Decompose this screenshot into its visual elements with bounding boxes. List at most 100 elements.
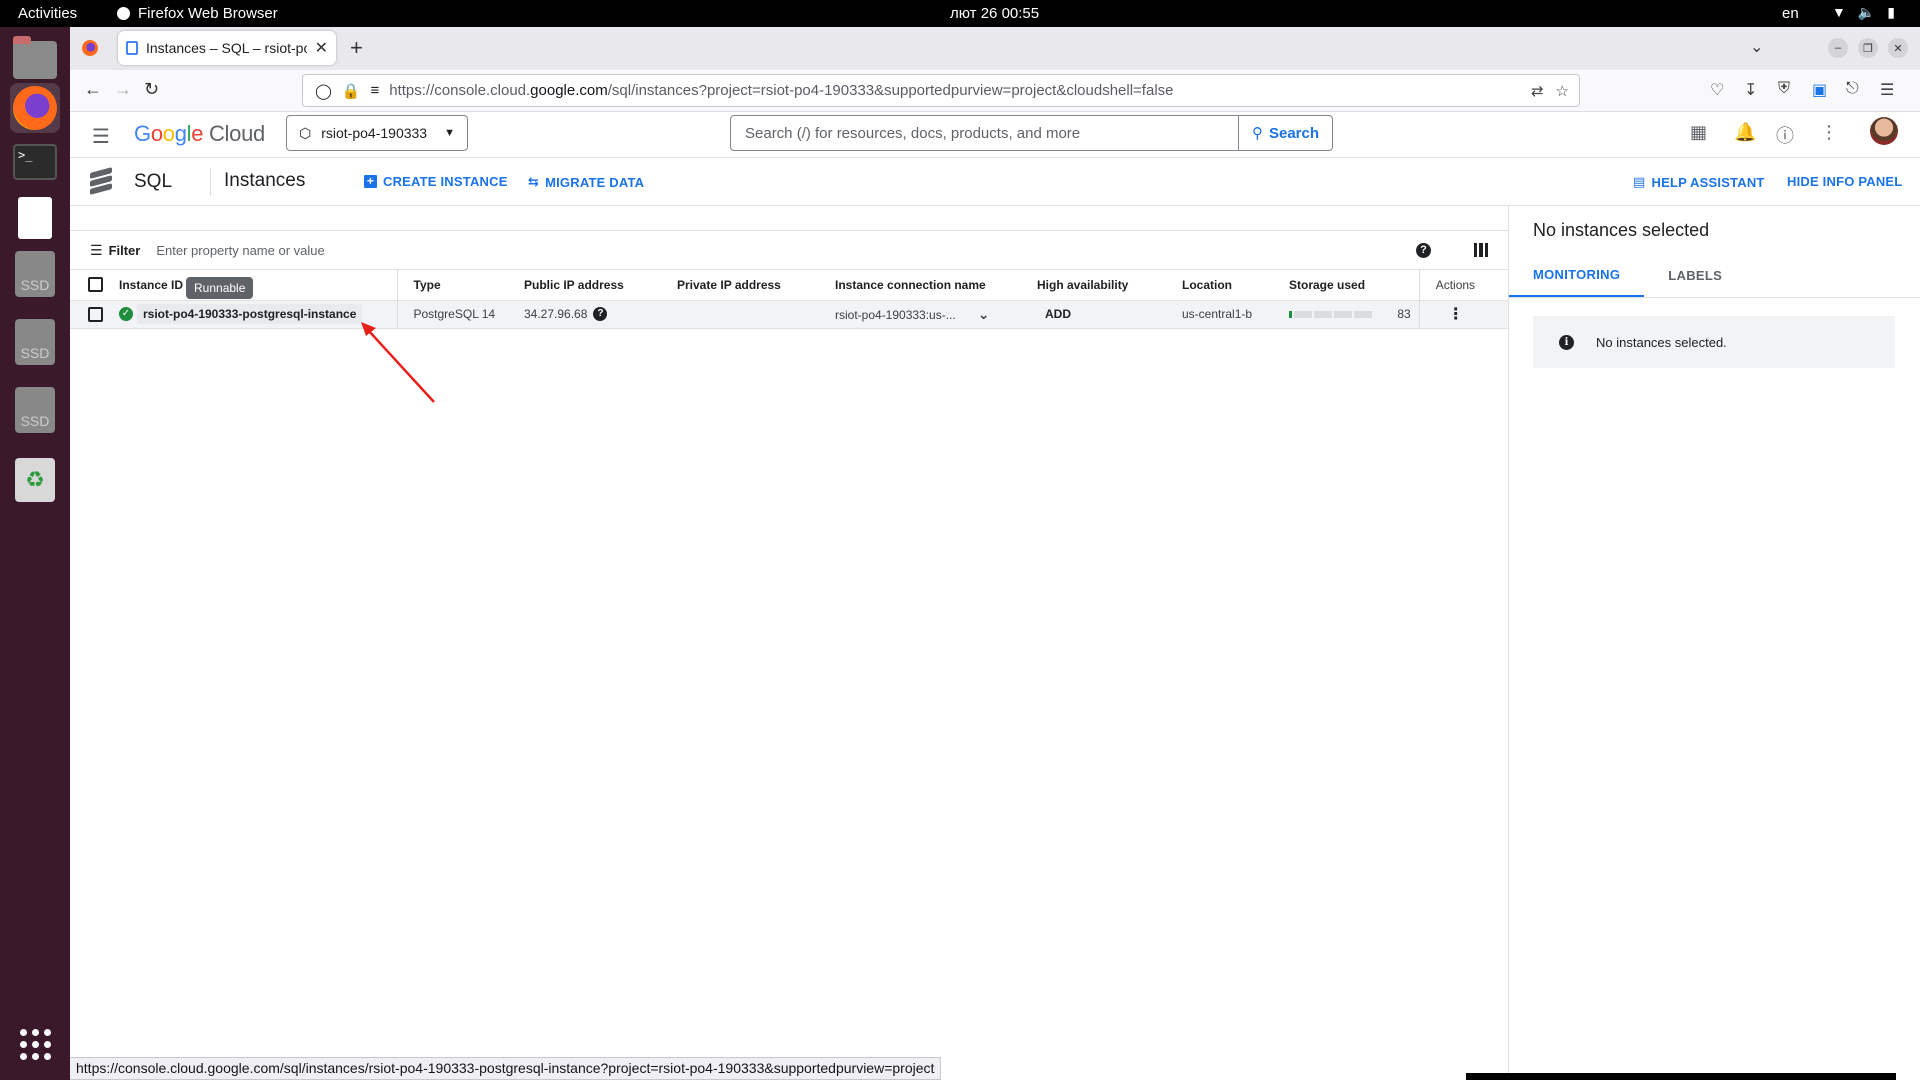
help-assistant-button[interactable]: ▤ HELP ASSISTANT — [1633, 174, 1765, 190]
list-all-tabs-icon[interactable]: ⌄ — [1750, 37, 1763, 57]
firefox-view-tab-icon[interactable] — [82, 40, 98, 56]
clock[interactable]: лют 26 00:55 — [950, 5, 1039, 22]
bookmark-star-icon[interactable]: ☆ — [1556, 82, 1569, 100]
table-row[interactable]: ✓ rsiot-po4-190333-postgresql-instance Po… — [70, 300, 1508, 329]
help-icon[interactable]: ? — [593, 307, 608, 322]
translate-extension-icon[interactable]: ▣ — [1812, 80, 1827, 100]
column-header-storage-used[interactable]: Storage used — [1281, 270, 1420, 301]
project-selector[interactable]: ⬡ rsiot-po4-190333 ▼ — [286, 115, 468, 151]
status-ok-icon[interactable]: ✓ — [119, 307, 133, 321]
avatar[interactable] — [1870, 117, 1898, 145]
column-header-public-ip[interactable]: Public IP address — [516, 270, 669, 301]
instance-id-link[interactable]: rsiot-po4-190333-postgresql-instance — [137, 304, 363, 324]
help-icon[interactable]: ⓘ — [1776, 122, 1794, 148]
select-all-checkbox[interactable] — [88, 277, 103, 293]
pocket-icon[interactable]: ♡ — [1710, 80, 1724, 100]
filter-label: Filter — [108, 242, 141, 258]
browser-tab-active[interactable]: Instances – SQL – rsiot-po ✕ — [118, 31, 336, 65]
downloads-icon[interactable]: ↧ — [1744, 80, 1757, 100]
row-select-cell — [70, 300, 111, 329]
info-panel-tabs: MONITORING LABELS — [1509, 254, 1920, 298]
system-tray[interactable]: ▼ 🔈 ▮ — [1832, 4, 1895, 21]
tracking-shield-icon[interactable]: ◯ — [315, 82, 332, 100]
dock-ssd-2[interactable]: SSD — [10, 317, 60, 367]
console-search: ⚲ Search — [730, 115, 1333, 151]
row-checkbox[interactable] — [88, 306, 103, 322]
cloud-sql-favicon-icon — [126, 41, 138, 55]
info-panel-title: No instances selected — [1533, 220, 1710, 240]
translate-icon[interactable]: ⇄ — [1531, 82, 1544, 100]
files-icon — [13, 36, 57, 79]
migrate-data-label: MIGRATE DATA — [545, 174, 645, 190]
activities-button[interactable]: Activities — [18, 5, 77, 22]
dock-ssd-3[interactable]: SSD — [10, 385, 60, 435]
column-display-options-icon[interactable] — [1474, 243, 1488, 257]
tab-close-icon[interactable]: ✕ — [315, 38, 328, 58]
chevron-down-icon[interactable]: ⌄ — [978, 306, 990, 322]
storage-used-cell: 83 — [1281, 300, 1420, 329]
search-input[interactable] — [731, 116, 1238, 150]
column-header-type[interactable]: Type — [397, 270, 516, 301]
help-icon[interactable]: ? — [1416, 243, 1431, 258]
back-icon[interactable]: ← — [84, 79, 102, 100]
chat-icon: ▤ — [1633, 174, 1646, 189]
dock-firefox[interactable] — [10, 83, 60, 133]
app-menu-icon[interactable]: ☰ — [1880, 80, 1894, 100]
column-header-location[interactable]: Location — [1174, 270, 1281, 301]
swap-arrows-icon: ⇆ — [528, 174, 540, 189]
tab-monitoring[interactable]: MONITORING — [1509, 254, 1645, 297]
minimize-window-icon[interactable]: – — [1828, 38, 1848, 58]
permissions-icon[interactable]: ≡ — [370, 82, 379, 99]
search-button[interactable]: ⚲ Search — [1238, 116, 1332, 150]
column-header-high-availability[interactable]: High availability — [1029, 270, 1174, 301]
new-tab-button[interactable]: + — [350, 35, 363, 61]
migrate-data-button[interactable]: ⇆ MIGRATE DATA — [528, 174, 644, 190]
browser-nav-bar: ← → ↻ ◯ 🔒 ≡ https://console.cloud.google… — [70, 70, 1920, 112]
more-actions-icon[interactable]: ⋮ — [1448, 306, 1464, 323]
ssd-drive-icon: SSD — [15, 387, 55, 433]
url-text[interactable]: https://console.cloud.google.com/sql/ins… — [389, 82, 1173, 99]
forward-icon[interactable]: → — [114, 79, 132, 100]
close-window-icon[interactable]: ✕ — [1888, 38, 1908, 58]
terminal-icon: >_ — [13, 144, 57, 180]
lock-icon[interactable]: 🔒 — [342, 82, 361, 100]
google-cloud-logo[interactable]: Google Cloud — [134, 121, 265, 147]
browser-tab-bar: Instances – SQL – rsiot-po ✕ + ⌄ – ❐ ✕ — [70, 27, 1920, 70]
more-options-icon[interactable]: ⋮ — [1820, 122, 1838, 143]
filter-input[interactable] — [156, 242, 757, 258]
column-header-actions: Actions — [1419, 270, 1508, 301]
trash-icon: ♻ — [15, 458, 55, 502]
app-menu[interactable]: Firefox Web Browser — [117, 5, 278, 22]
firefox-icon — [13, 86, 57, 130]
url-bar[interactable]: ◯ 🔒 ≡ https://console.cloud.google.com/s… — [302, 74, 1580, 107]
keyboard-layout[interactable]: en — [1782, 5, 1799, 22]
tab-labels[interactable]: LABELS — [1644, 254, 1746, 297]
reload-icon[interactable]: ↻ — [144, 79, 159, 100]
show-apps-button[interactable] — [10, 1019, 60, 1069]
add-high-availability-link[interactable]: ADD — [1045, 307, 1071, 321]
maximize-window-icon[interactable]: ❐ — [1858, 38, 1878, 58]
filter-icon[interactable]: ☰ — [90, 242, 103, 259]
dock-trash[interactable]: ♻ — [10, 455, 60, 505]
navigation-menu-icon[interactable]: ☰ — [92, 124, 110, 149]
dock-text-editor[interactable] — [10, 193, 60, 243]
column-header-connection-name[interactable]: Instance connection name — [827, 270, 1029, 301]
create-instance-button[interactable]: + CREATE INSTANCE — [364, 174, 508, 189]
column-header-instance-id[interactable]: Instance ID?↑ — [111, 270, 398, 301]
extensions-puzzle-icon[interactable]: ⎋ — [1846, 80, 1859, 98]
notifications-bell-icon[interactable]: 🔔 — [1734, 122, 1756, 143]
sql-subheader: SQL Instances + CREATE INSTANCE ⇆ MIGRAT… — [70, 158, 1920, 206]
table-header-row: Instance ID?↑ Type Public IP address Pri… — [70, 270, 1508, 301]
cloud-shell-icon[interactable]: ▦ — [1690, 122, 1707, 143]
high-availability-cell: ADD — [1029, 300, 1174, 329]
bottom-strip — [1466, 1073, 1896, 1080]
create-instance-label: CREATE INSTANCE — [383, 174, 508, 189]
extension-shield-icon[interactable]: ⛨ — [1778, 80, 1790, 98]
hide-info-panel-button[interactable]: HIDE INFO PANEL — [1787, 174, 1902, 189]
app-name: Firefox Web Browser — [138, 5, 278, 22]
dock-terminal[interactable]: >_ — [10, 137, 60, 187]
column-header-private-ip[interactable]: Private IP address — [669, 270, 827, 301]
dock-ssd-1[interactable]: SSD — [10, 249, 60, 299]
dock-files[interactable] — [10, 35, 60, 85]
product-name[interactable]: SQL — [134, 171, 172, 193]
